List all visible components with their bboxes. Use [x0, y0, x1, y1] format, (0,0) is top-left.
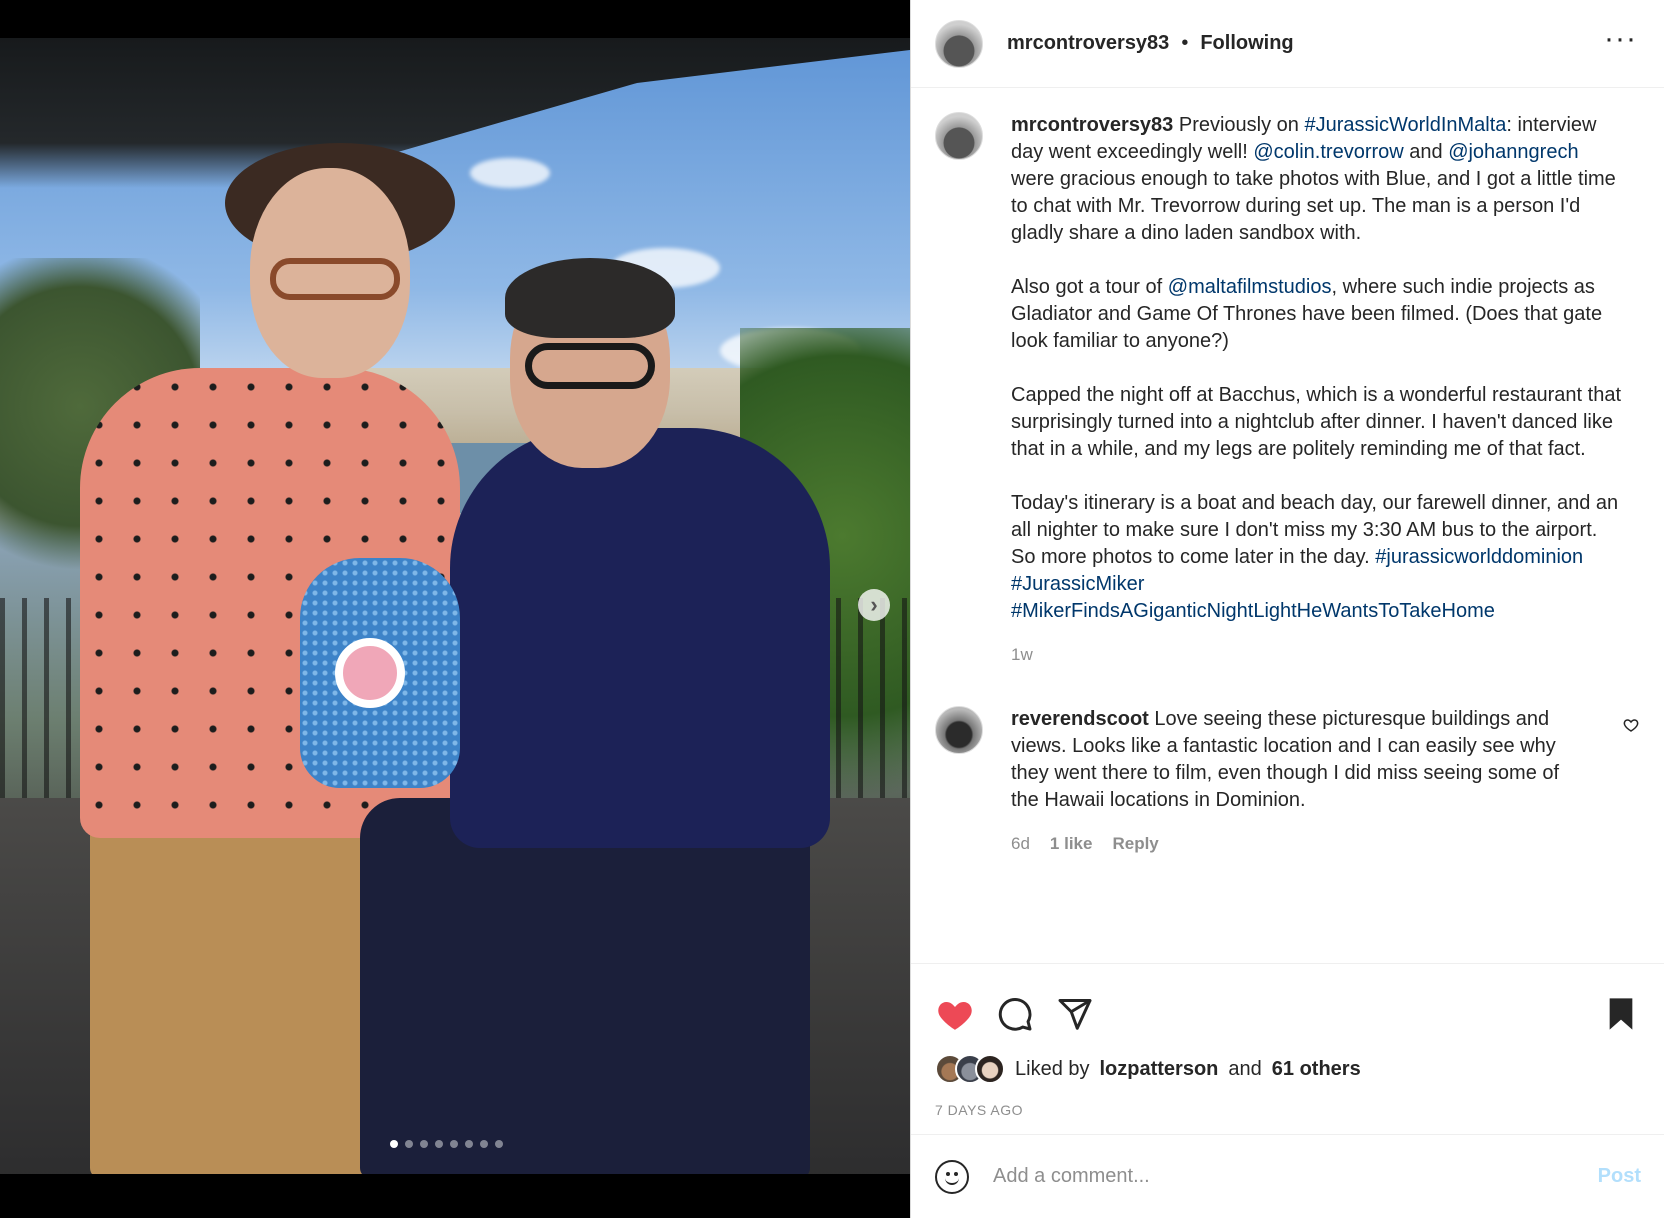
- carousel-dot[interactable]: [420, 1140, 428, 1148]
- comment-timestamp[interactable]: 6d: [1011, 830, 1030, 857]
- comment-body: reverendscoot Love seeing these pictures…: [1011, 706, 1571, 857]
- comment-bubble-icon: [998, 998, 1032, 1031]
- emoji-smile: [945, 1177, 959, 1185]
- caption-paragraph: Today's itinerary is a boat and beach da…: [1011, 490, 1621, 625]
- carousel-dot[interactable]: [450, 1140, 458, 1148]
- post-media: ›: [0, 0, 910, 1218]
- caption-text: Also got a tour of: [1011, 276, 1168, 298]
- caption-timestamp[interactable]: 1w: [1011, 641, 1033, 668]
- liker-avatars[interactable]: [935, 1054, 1005, 1084]
- person-left-pants: [90, 798, 400, 1174]
- action-icons: [911, 964, 1664, 1042]
- caption-meta: 1w: [1011, 641, 1621, 668]
- hashtag-link[interactable]: #MikerFindsAGiganticNightLightHeWantsToT…: [1011, 600, 1495, 622]
- others-likes-link[interactable]: 61 others: [1272, 1058, 1361, 1081]
- post-actions: Liked by lozpatterson and 61 others 7 da…: [911, 963, 1664, 1118]
- person-right-glasses: [525, 343, 655, 389]
- hashtag-link[interactable]: #JurassicWorldInMalta: [1304, 114, 1506, 136]
- carousel-dot[interactable]: [480, 1140, 488, 1148]
- carousel-dot[interactable]: [495, 1140, 503, 1148]
- hashtag-link[interactable]: #JurassicMiker: [1011, 573, 1144, 595]
- caption-body: mrcontroversy83 Previously on #JurassicW…: [1011, 112, 1621, 668]
- mention-link[interactable]: @maltafilmstudios: [1168, 276, 1332, 298]
- post-header: mrcontroversy83 • Following ···: [911, 0, 1664, 88]
- share-button[interactable]: [1055, 994, 1095, 1034]
- caption-paragraph: Capped the night off at Bacchus, which i…: [1011, 384, 1621, 460]
- following-button[interactable]: Following: [1200, 32, 1293, 55]
- caption-username[interactable]: mrcontroversy83: [1011, 114, 1173, 136]
- paper-plane-icon: [1058, 999, 1092, 1030]
- plush-dinosaur-mouth: [335, 638, 405, 708]
- caption: mrcontroversy83 Previously on #JurassicW…: [935, 112, 1641, 668]
- comment-meta: 6d 1 like Reply: [1011, 830, 1571, 857]
- next-slide-button[interactable]: ›: [858, 589, 890, 621]
- commenter-username[interactable]: reverendscoot: [1011, 708, 1149, 730]
- carousel-dot[interactable]: [390, 1140, 398, 1148]
- tent-canopy: [0, 38, 910, 188]
- person-right-shirt: [450, 428, 830, 848]
- comment-like-button[interactable]: [1623, 716, 1639, 739]
- comment-like-count[interactable]: 1 like: [1050, 830, 1093, 857]
- carousel-indicator: [390, 1140, 503, 1148]
- hashtag-link[interactable]: #jurassicworlddominion: [1375, 546, 1583, 568]
- cloud: [470, 158, 550, 188]
- save-button[interactable]: [1601, 994, 1641, 1034]
- author-username[interactable]: mrcontroversy83: [1007, 32, 1169, 55]
- person-right-hair: [505, 258, 675, 338]
- liked-by-joiner: and: [1228, 1057, 1262, 1080]
- emoji-icon[interactable]: [935, 1159, 969, 1194]
- author-avatar[interactable]: [935, 19, 983, 68]
- post-side-panel: mrcontroversy83 • Following ··· mrcontro…: [910, 0, 1664, 1218]
- header-separator: •: [1181, 32, 1189, 54]
- bookmark-filled-icon: [1609, 998, 1633, 1030]
- post-date[interactable]: 7 days ago: [911, 1084, 1664, 1118]
- comment-input[interactable]: [993, 1165, 1598, 1188]
- post-photo[interactable]: [0, 38, 910, 1174]
- author-avatar[interactable]: [935, 112, 983, 160]
- likes-summary: Liked by lozpatterson and 61 others: [911, 1042, 1664, 1084]
- liker-avatar: [975, 1054, 1005, 1084]
- comment: reverendscoot Love seeing these pictures…: [935, 706, 1641, 857]
- caption-text: and: [1403, 141, 1449, 163]
- reply-button[interactable]: Reply: [1112, 830, 1158, 857]
- carousel-dot[interactable]: [465, 1140, 473, 1148]
- caption-paragraph: mrcontroversy83 Previously on #JurassicW…: [1011, 112, 1621, 247]
- more-options-button[interactable]: ···: [1604, 24, 1637, 54]
- caption-text: were gracious enough to take photos with…: [1011, 168, 1616, 244]
- heart-outline-icon: [1623, 719, 1639, 732]
- mention-link[interactable]: @colin.trevorrow: [1253, 141, 1403, 163]
- commenter-avatar[interactable]: [935, 706, 983, 754]
- caption-text: Previously on: [1173, 114, 1305, 136]
- chevron-right-icon: ›: [870, 592, 878, 617]
- comment-text-block: reverendscoot Love seeing these pictures…: [1011, 706, 1571, 814]
- post-comment-button[interactable]: Post: [1598, 1165, 1641, 1188]
- caption-paragraph: Also got a tour of @maltafilmstudios, wh…: [1011, 274, 1621, 355]
- add-comment-bar: Post: [911, 1134, 1664, 1218]
- comment-button[interactable]: [995, 994, 1035, 1034]
- person-right-pants: [360, 798, 810, 1174]
- mention-link[interactable]: @johanngrech: [1448, 141, 1578, 163]
- person-left-glasses: [270, 258, 400, 300]
- carousel-dot[interactable]: [405, 1140, 413, 1148]
- liker-username[interactable]: lozpatterson: [1100, 1058, 1219, 1081]
- more-horizontal-icon: ···: [1604, 22, 1637, 55]
- liked-by-label: Liked by: [1015, 1057, 1090, 1080]
- comments-area: mrcontroversy83 Previously on #JurassicW…: [911, 88, 1664, 963]
- like-button[interactable]: [935, 994, 975, 1034]
- carousel-dot[interactable]: [435, 1140, 443, 1148]
- heart-filled-icon: [938, 1001, 972, 1030]
